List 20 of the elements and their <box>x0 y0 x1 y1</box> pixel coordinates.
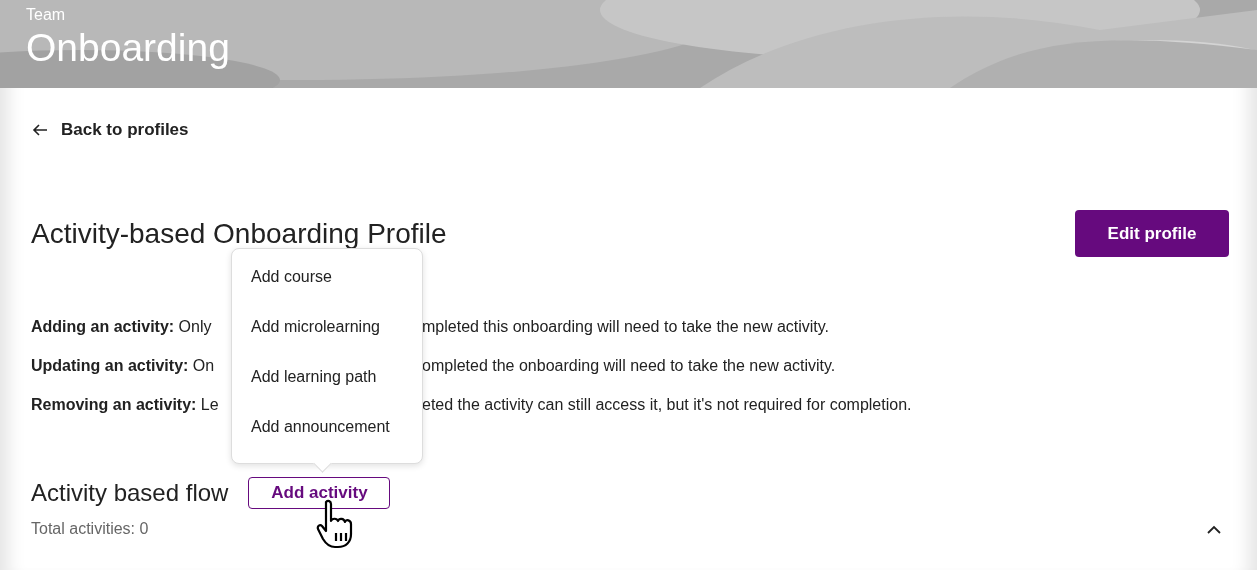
back-link[interactable]: Back to profiles <box>31 120 189 140</box>
section-title: Activity based flow <box>31 479 229 507</box>
menu-item[interactable]: Add course <box>232 267 422 287</box>
menu-item[interactable]: Add microlearning <box>232 317 422 337</box>
menu-item[interactable]: Add announcement <box>232 417 422 437</box>
back-link-label[interactable]: Back to profiles <box>61 120 189 140</box>
add-activity-button[interactable]: Add activity <box>248 477 391 509</box>
rule-text: mpleted this onboarding will need to take the new activity. <box>422 317 830 337</box>
banner-eyebrow: Team <box>26 6 66 24</box>
chevron-icon[interactable] <box>1207 524 1221 534</box>
rule-text: Removing an activity: Le <box>31 395 219 415</box>
rule-text: Updating an activity: On <box>31 356 215 376</box>
rule-text: Adding an activity: Only <box>31 317 212 337</box>
rule-text: eted the activity can still access it, but it's not required for completion. <box>422 395 912 415</box>
profile-title: Activity-based Onboarding Profile <box>31 218 447 249</box>
rule-text: ompleted the onboarding will need to take the new activity. <box>422 356 836 376</box>
edit-profile-button[interactable]: Edit profile <box>1075 210 1229 257</box>
page-title: Onboarding <box>26 25 230 71</box>
menu-item[interactable]: Add learning path <box>232 367 422 387</box>
activity-count: Total activities: 0 <box>31 520 149 538</box>
